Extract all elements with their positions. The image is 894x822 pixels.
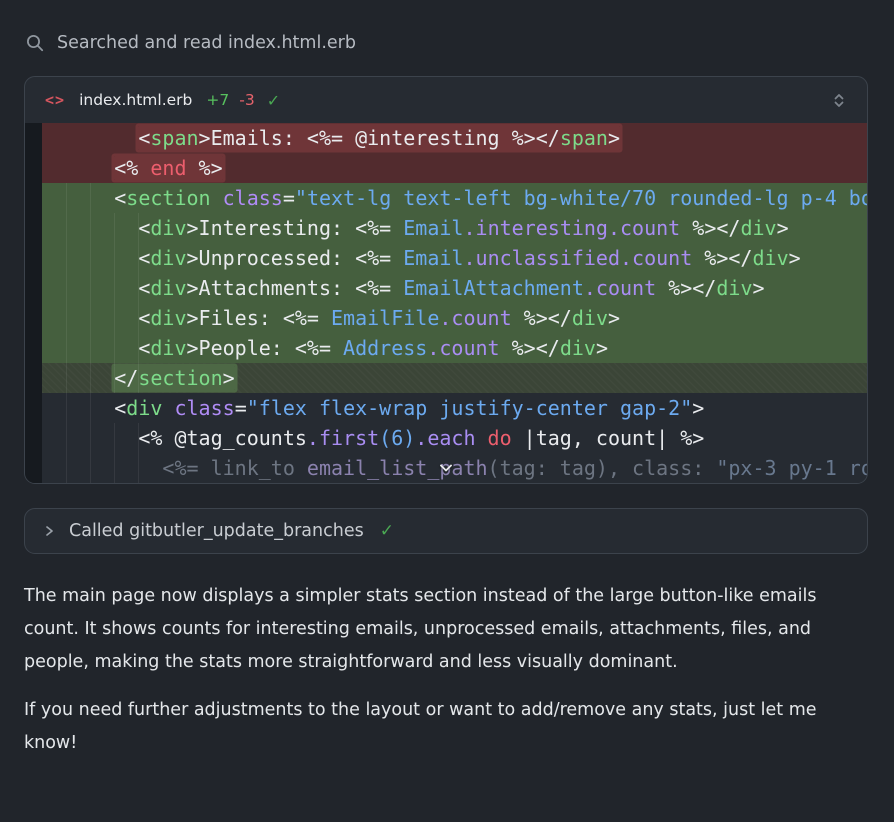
additions-count: +7 (206, 91, 229, 109)
code-line: <span>Emails: <%= @interesting %></span> (42, 123, 867, 153)
deletions-count: -3 (239, 91, 254, 109)
page: Searched and read index.html.erb <> inde… (0, 30, 894, 760)
code-line: <% end %> (42, 153, 867, 183)
diff-code-view: <span>Emails: <%= @interesting %></span>… (25, 123, 867, 483)
chevron-right-icon (42, 523, 56, 539)
tool-call-label: Called gitbutler_update_branches (69, 521, 364, 541)
code-line: <div>People: <%= Address.count %></div> (42, 333, 867, 363)
code-file-icon: <> (45, 91, 65, 109)
code-line: <div>Interesting: <%= Email.interesting.… (42, 213, 867, 243)
message-paragraph: If you need further adjustments to the l… (24, 694, 866, 760)
search-summary-label: Searched and read index.html.erb (57, 33, 356, 53)
success-check-icon: ✓ (380, 521, 394, 541)
tool-call-card[interactable]: Called gitbutler_update_branches ✓ (24, 508, 868, 554)
diff-card-header[interactable]: <> index.html.erb +7 -3 ✓ (25, 77, 867, 123)
diff-filename: index.html.erb (79, 91, 192, 109)
code-line: <section class="text-lg text-left bg-whi… (42, 183, 867, 213)
search-icon (26, 34, 45, 53)
diff-gutter (25, 123, 42, 483)
search-summary-row: Searched and read index.html.erb (26, 30, 868, 56)
success-check-icon: ✓ (267, 91, 280, 110)
message-paragraph: The main page now displays a simpler sta… (24, 580, 866, 679)
code-line: <div class="flex flex-wrap justify-cente… (42, 393, 867, 423)
show-more-chevron-icon[interactable] (437, 455, 455, 479)
assistant-message: The main page now displays a simpler sta… (24, 580, 866, 760)
diff-card: <> index.html.erb +7 -3 ✓ <span>Emails: … (24, 76, 868, 484)
expand-collapse-icon[interactable] (831, 92, 847, 109)
code-line: <% @tag_counts.first(6).each do |tag, co… (42, 423, 867, 453)
code-line: </section> (42, 363, 867, 393)
code-line: <div>Files: <%= EmailFile.count %></div> (42, 303, 867, 333)
code-diff-lines: <span>Emails: <%= @interesting %></span>… (42, 123, 867, 483)
code-line: <div>Attachments: <%= EmailAttachment.co… (42, 273, 867, 303)
code-line: <div>Unprocessed: <%= Email.unclassified… (42, 243, 867, 273)
